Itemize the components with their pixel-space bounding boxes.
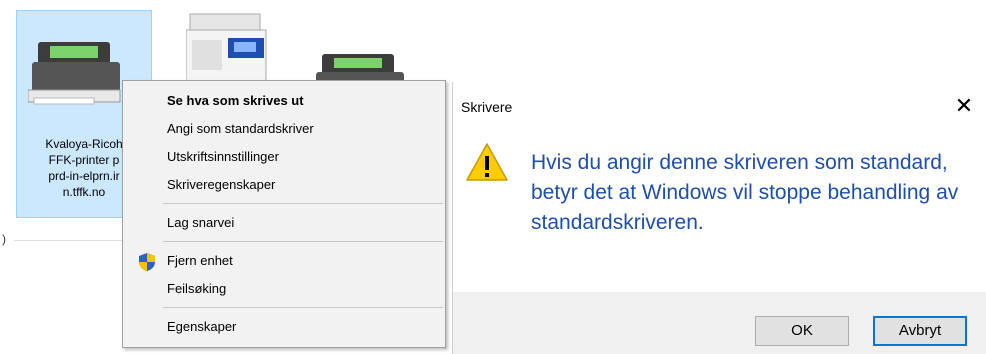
menu-item-see-print-queue[interactable]: Se hva som skrives ut <box>167 93 304 108</box>
close-icon[interactable]: ✕ <box>950 92 978 120</box>
warning-icon <box>466 143 508 181</box>
menu-item-printing-preferences[interactable]: Utskriftsinnstillinger <box>167 149 279 164</box>
confirm-dialog: Skrivere ✕ Hvis du angir denne skriveren… <box>452 82 986 354</box>
printer-icon[interactable] <box>28 40 128 108</box>
ok-button[interactable]: OK <box>755 316 849 346</box>
dialog-footer: OK Avbryt <box>453 292 986 354</box>
menu-item-create-shortcut[interactable]: Lag snarvei <box>167 215 234 230</box>
menu-item-properties[interactable]: Egenskaper <box>167 319 236 334</box>
dialog-title: Skrivere <box>461 99 513 115</box>
context-menu: Se hva som skrives ut Angi som standards… <box>122 80 446 348</box>
group-indicator: ) <box>2 232 6 246</box>
cancel-button[interactable]: Avbryt <box>873 316 967 346</box>
dialog-message: Hvis du angir denne skriveren som standa… <box>531 151 959 234</box>
copier-icon[interactable] <box>186 12 270 82</box>
shield-icon <box>139 253 155 271</box>
menu-separator <box>163 307 443 308</box>
menu-separator <box>163 241 443 242</box>
menu-item-set-default[interactable]: Angi som standardskriver <box>167 121 314 136</box>
menu-item-remove-device[interactable]: Fjern enhet <box>167 253 233 268</box>
menu-item-troubleshoot[interactable]: Feilsøking <box>167 281 226 296</box>
menu-item-printer-properties[interactable]: Skriveregenskaper <box>167 177 275 192</box>
group-divider <box>14 240 122 241</box>
menu-separator <box>163 203 443 204</box>
